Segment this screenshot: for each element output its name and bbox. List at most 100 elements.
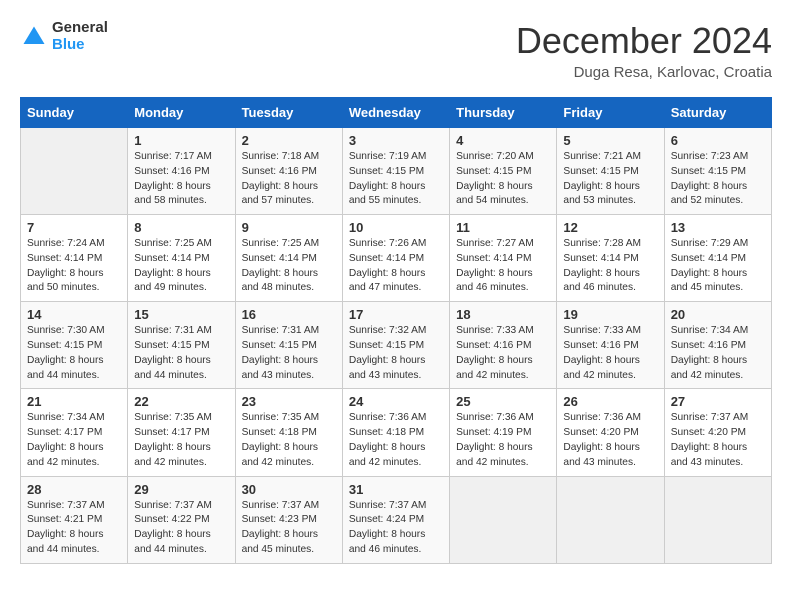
day-number: 11 xyxy=(456,220,550,235)
day-detail: Sunrise: 7:31 AMSunset: 4:15 PMDaylight:… xyxy=(134,324,228,383)
day-cell-29: 29 Sunrise: 7:37 AMSunset: 4:22 PMDayligh… xyxy=(128,476,235,563)
day-cell-6: 6Sunrise: 7:23 AMSunset: 4:15 PMDaylight… xyxy=(664,128,771,215)
calendar-week-3: 14 Sunrise: 7:30 AMSunset: 4:15 PMDayligh… xyxy=(21,302,772,389)
day-cell-3: 3 Sunrise: 7:19 AMSunset: 4:15 PMDaylight… xyxy=(342,128,449,215)
calendar-week-1: 1 Sunrise: 7:17 AMSunset: 4:16 PMDaylight… xyxy=(21,128,772,215)
month-title: December 2024 xyxy=(516,20,772,62)
day-number: 2 xyxy=(242,133,336,148)
day-number: 10 xyxy=(349,220,443,235)
day-number: 13 xyxy=(671,220,765,235)
day-detail: Sunrise: 7:36 AMSunset: 4:18 PMDaylight:… xyxy=(349,411,443,470)
day-cell-15: 15Sunrise: 7:31 AMSunset: 4:15 PMDayligh… xyxy=(128,302,235,389)
calendar-table: SundayMondayTuesdayWednesdayThursdayFrid… xyxy=(20,97,772,564)
logo-blue: Blue xyxy=(52,37,108,54)
day-cell-24: 24 Sunrise: 7:36 AMSunset: 4:18 PMDayligh… xyxy=(342,389,449,476)
day-header-thursday: Thursday xyxy=(450,98,557,128)
day-number: 5 xyxy=(563,133,657,148)
day-header-wednesday: Wednesday xyxy=(342,98,449,128)
day-cell-11: 11 Sunrise: 7:27 AMSunset: 4:14 PMDayligh… xyxy=(450,215,557,302)
day-detail: Sunrise: 7:18 AMSunset: 4:16 PMDaylight:… xyxy=(242,150,336,209)
day-cell-12: 12Sunrise: 7:28 AMSunset: 4:14 PMDayligh… xyxy=(557,215,664,302)
day-detail: Sunrise: 7:35 AMSunset: 4:18 PMDaylight:… xyxy=(242,411,336,470)
day-detail: Sunrise: 7:25 AMSunset: 4:14 PMDaylight:… xyxy=(134,237,228,296)
day-header-friday: Friday xyxy=(557,98,664,128)
day-header-tuesday: Tuesday xyxy=(235,98,342,128)
day-number: 21 xyxy=(27,394,121,409)
day-detail: Sunrise: 7:17 AMSunset: 4:16 PMDaylight:… xyxy=(134,150,228,209)
empty-cell xyxy=(557,476,664,563)
day-cell-21: 21 Sunrise: 7:34 AMSunset: 4:17 PMDayligh… xyxy=(21,389,128,476)
day-number: 17 xyxy=(349,307,443,322)
day-detail: Sunrise: 7:34 AMSunset: 4:17 PMDaylight:… xyxy=(27,411,121,470)
day-number: 26 xyxy=(563,394,657,409)
day-detail: Sunrise: 7:28 AMSunset: 4:14 PMDaylight:… xyxy=(563,237,657,296)
day-detail: Sunrise: 7:19 AMSunset: 4:15 PMDaylight:… xyxy=(349,150,443,209)
day-number: 7 xyxy=(27,220,121,235)
location: Duga Resa, Karlovac, Croatia xyxy=(516,64,772,81)
empty-cell xyxy=(450,476,557,563)
empty-cell xyxy=(664,476,771,563)
day-cell-5: 5 Sunrise: 7:21 AMSunset: 4:15 PMDaylight… xyxy=(557,128,664,215)
day-detail: Sunrise: 7:31 AMSunset: 4:15 PMDaylight:… xyxy=(242,324,336,383)
day-cell-14: 14 Sunrise: 7:30 AMSunset: 4:15 PMDayligh… xyxy=(21,302,128,389)
day-detail: Sunrise: 7:20 AMSunset: 4:15 PMDaylight:… xyxy=(456,150,550,209)
day-cell-23: 23Sunrise: 7:35 AMSunset: 4:18 PMDayligh… xyxy=(235,389,342,476)
day-cell-20: 20 Sunrise: 7:34 AMSunset: 4:16 PMDayligh… xyxy=(664,302,771,389)
day-detail: Sunrise: 7:26 AMSunset: 4:14 PMDaylight:… xyxy=(349,237,443,296)
day-number: 24 xyxy=(349,394,443,409)
day-number: 19 xyxy=(563,307,657,322)
day-header-sunday: Sunday xyxy=(21,98,128,128)
page-header: General Blue December 2024 Duga Resa, Ka… xyxy=(20,20,772,81)
calendar-week-4: 21 Sunrise: 7:34 AMSunset: 4:17 PMDayligh… xyxy=(21,389,772,476)
day-header-monday: Monday xyxy=(128,98,235,128)
day-detail: Sunrise: 7:36 AMSunset: 4:19 PMDaylight:… xyxy=(456,411,550,470)
day-header-saturday: Saturday xyxy=(664,98,771,128)
day-detail: Sunrise: 7:37 AMSunset: 4:20 PMDaylight:… xyxy=(671,411,765,470)
day-cell-19: 19 Sunrise: 7:33 AMSunset: 4:16 PMDayligh… xyxy=(557,302,664,389)
day-cell-9: 9 Sunrise: 7:25 AMSunset: 4:14 PMDaylight… xyxy=(235,215,342,302)
day-number: 25 xyxy=(456,394,550,409)
day-number: 14 xyxy=(27,307,121,322)
title-block: December 2024 Duga Resa, Karlovac, Croat… xyxy=(516,20,772,81)
day-cell-2: 2 Sunrise: 7:18 AMSunset: 4:16 PMDaylight… xyxy=(235,128,342,215)
day-detail: Sunrise: 7:33 AMSunset: 4:16 PMDaylight:… xyxy=(563,324,657,383)
day-cell-16: 16 Sunrise: 7:31 AMSunset: 4:15 PMDayligh… xyxy=(235,302,342,389)
day-cell-13: 13Sunrise: 7:29 AMSunset: 4:14 PMDayligh… xyxy=(664,215,771,302)
day-cell-17: 17 Sunrise: 7:32 AMSunset: 4:15 PMDayligh… xyxy=(342,302,449,389)
day-number: 6 xyxy=(671,133,765,148)
day-number: 1 xyxy=(134,133,228,148)
day-detail: Sunrise: 7:27 AMSunset: 4:14 PMDaylight:… xyxy=(456,237,550,296)
day-number: 29 xyxy=(134,482,228,497)
day-number: 20 xyxy=(671,307,765,322)
day-number: 30 xyxy=(242,482,336,497)
day-detail: Sunrise: 7:37 AMSunset: 4:24 PMDaylight:… xyxy=(349,499,443,558)
day-cell-28: 28Sunrise: 7:37 AMSunset: 4:21 PMDayligh… xyxy=(21,476,128,563)
day-number: 31 xyxy=(349,482,443,497)
calendar-week-2: 7Sunrise: 7:24 AMSunset: 4:14 PMDaylight… xyxy=(21,215,772,302)
day-cell-30: 30 Sunrise: 7:37 AMSunset: 4:23 PMDayligh… xyxy=(235,476,342,563)
day-detail: Sunrise: 7:37 AMSunset: 4:22 PMDaylight:… xyxy=(134,499,228,558)
logo-icon xyxy=(20,23,48,51)
day-detail: Sunrise: 7:37 AMSunset: 4:23 PMDaylight:… xyxy=(242,499,336,558)
day-detail: Sunrise: 7:37 AMSunset: 4:21 PMDaylight:… xyxy=(27,499,121,558)
day-cell-8: 8Sunrise: 7:25 AMSunset: 4:14 PMDaylight… xyxy=(128,215,235,302)
day-detail: Sunrise: 7:32 AMSunset: 4:15 PMDaylight:… xyxy=(349,324,443,383)
day-detail: Sunrise: 7:21 AMSunset: 4:15 PMDaylight:… xyxy=(563,150,657,209)
day-cell-18: 18 Sunrise: 7:33 AMSunset: 4:16 PMDayligh… xyxy=(450,302,557,389)
day-detail: Sunrise: 7:33 AMSunset: 4:16 PMDaylight:… xyxy=(456,324,550,383)
day-cell-25: 25 Sunrise: 7:36 AMSunset: 4:19 PMDayligh… xyxy=(450,389,557,476)
day-detail: Sunrise: 7:30 AMSunset: 4:15 PMDaylight:… xyxy=(27,324,121,383)
day-number: 16 xyxy=(242,307,336,322)
logo-general: General xyxy=(52,20,108,37)
day-number: 18 xyxy=(456,307,550,322)
day-detail: Sunrise: 7:34 AMSunset: 4:16 PMDaylight:… xyxy=(671,324,765,383)
day-number: 9 xyxy=(242,220,336,235)
day-cell-1: 1 Sunrise: 7:17 AMSunset: 4:16 PMDaylight… xyxy=(128,128,235,215)
day-detail: Sunrise: 7:25 AMSunset: 4:14 PMDaylight:… xyxy=(242,237,336,296)
day-cell-31: 31 Sunrise: 7:37 AMSunset: 4:24 PMDayligh… xyxy=(342,476,449,563)
day-cell-27: 27Sunrise: 7:37 AMSunset: 4:20 PMDayligh… xyxy=(664,389,771,476)
day-number: 22 xyxy=(134,394,228,409)
day-cell-10: 10 Sunrise: 7:26 AMSunset: 4:14 PMDayligh… xyxy=(342,215,449,302)
header-row: SundayMondayTuesdayWednesdayThursdayFrid… xyxy=(21,98,772,128)
day-number: 3 xyxy=(349,133,443,148)
